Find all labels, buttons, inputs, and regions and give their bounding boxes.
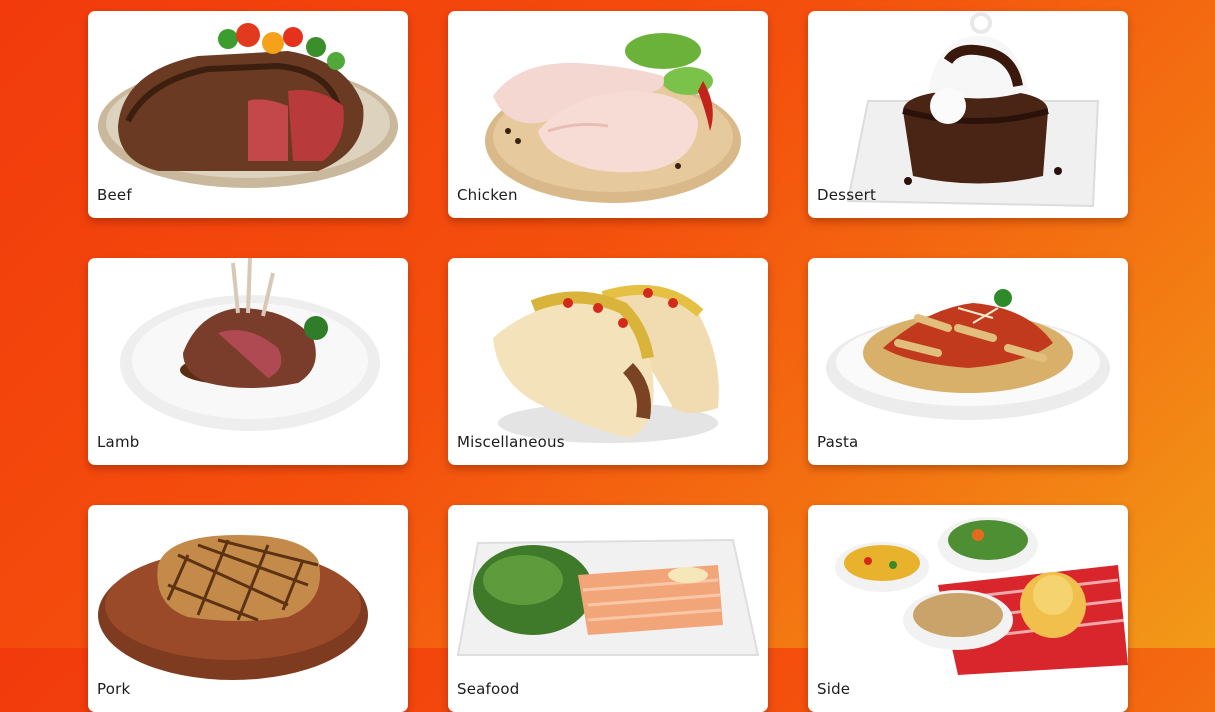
beef-image (98, 23, 398, 188)
category-label: Seafood (457, 680, 520, 698)
side-image (835, 517, 1128, 675)
category-label: Beef (97, 186, 132, 204)
category-label: Lamb (97, 433, 140, 451)
category-label: Pasta (817, 433, 859, 451)
category-card-dessert[interactable]: Dessert (808, 11, 1128, 218)
category-card-seafood[interactable]: Seafood (448, 505, 768, 712)
category-label: Chicken (457, 186, 518, 204)
category-card-pasta[interactable]: Pasta (808, 258, 1128, 465)
category-card-chicken[interactable]: Chicken (448, 11, 768, 218)
category-label: Miscellaneous (457, 433, 565, 451)
category-card-pork[interactable]: Pork (88, 505, 408, 712)
pork-image (98, 535, 368, 680)
category-card-beef[interactable]: Beef (88, 11, 408, 218)
category-label: Pork (97, 680, 131, 698)
category-label: Dessert (817, 186, 877, 204)
category-card-lamb[interactable]: Lamb (88, 258, 408, 465)
category-card-side[interactable]: Side (808, 505, 1128, 712)
category-label: Side (817, 680, 851, 698)
category-card-miscellaneous[interactable]: Miscellaneous (448, 258, 768, 465)
